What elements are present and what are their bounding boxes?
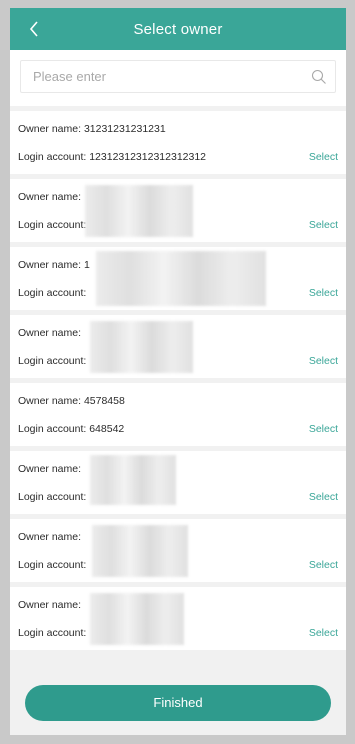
select-button[interactable]: Select [309, 627, 338, 639]
owner-list-item: Owner name: Login account: Select [10, 519, 346, 582]
owner-name-row: Owner name: [18, 327, 84, 339]
owner-list-item: Owner name: 1 Login account: Select [10, 247, 346, 310]
login-account-label: Login account: [18, 627, 87, 639]
login-account-label: Login account: [18, 355, 87, 367]
owner-list: Owner name: 31231231231231 Login account… [10, 111, 346, 650]
owner-name-row: Owner name: [18, 463, 84, 475]
footer-bar: Finished [10, 672, 346, 735]
app-header: Select owner [10, 8, 346, 50]
page-title: Select owner [133, 20, 223, 38]
owner-name-row: Owner name: [18, 599, 84, 611]
select-button[interactable]: Select [309, 423, 338, 435]
owner-name-label: Owner name: [18, 599, 84, 611]
owner-name-label: Owner name: 31231231231231 [18, 123, 166, 135]
search-box [20, 60, 336, 93]
redacted-area [92, 525, 188, 577]
owner-list-item: Owner name: 31231231231231 Login account… [10, 111, 346, 174]
login-account-row: Login account: [18, 287, 86, 299]
login-account-row: Login account: [18, 491, 86, 503]
select-button[interactable]: Select [309, 355, 338, 367]
login-account-row: Login account: [18, 559, 86, 571]
owner-list-item: Owner name: Login account: Select [10, 315, 346, 378]
owner-name-row: Owner name: [18, 191, 84, 203]
redacted-area [85, 185, 193, 237]
owner-list-item: Owner name: 4578458 Login account: 64854… [10, 383, 346, 446]
owner-name-label: Owner name: 4578458 [18, 395, 125, 407]
login-account-row: Login account: [18, 627, 86, 639]
login-account-label: Login account: [18, 491, 87, 503]
owner-name-row: Owner name: [18, 531, 84, 543]
redacted-area [90, 321, 193, 373]
owner-list-item: Owner name: Login account: Select [10, 587, 346, 650]
login-account-label: Login account: 12312312312312312312 [18, 151, 207, 163]
login-account-label: Login account: 648542 [18, 423, 125, 435]
select-button[interactable]: Select [309, 219, 338, 231]
redacted-area [90, 455, 176, 505]
login-account-row: Login account: [18, 219, 86, 231]
owner-name-row: Owner name: 4578458 [18, 395, 125, 407]
owner-name-label: Owner name: [18, 531, 84, 543]
login-account-label: Login account: [18, 559, 87, 571]
search-input[interactable] [33, 69, 293, 84]
owner-name-label: Owner name: [18, 327, 84, 339]
redacted-area [90, 593, 184, 645]
owner-list-item: Owner name: Login account: Select [10, 451, 346, 514]
login-account-row: Login account: 12312312312312312312 [18, 151, 206, 163]
back-button[interactable] [20, 8, 48, 50]
login-account-label: Login account: [18, 287, 87, 299]
owner-name-row: Owner name: 31231231231231 [18, 123, 166, 135]
select-button[interactable]: Select [309, 491, 338, 503]
owner-name-label: Owner name: 1 [18, 259, 90, 271]
owner-name-row: Owner name: 1 [18, 259, 90, 271]
search-icon[interactable] [311, 69, 327, 85]
owner-name-label: Owner name: [18, 191, 84, 203]
select-button[interactable]: Select [309, 559, 338, 571]
search-bar [10, 50, 346, 106]
finished-button[interactable]: Finished [25, 684, 331, 721]
phone-screen: Select owner Owner name: 31231231231231 … [10, 8, 346, 735]
owner-list-item: Owner name: Login account: Select [10, 179, 346, 242]
login-account-row: Login account: 648542 [18, 423, 124, 435]
chevron-left-icon [29, 21, 38, 37]
login-account-label: Login account: [18, 219, 87, 231]
select-button[interactable]: Select [309, 151, 338, 163]
login-account-row: Login account: [18, 355, 86, 367]
select-button[interactable]: Select [309, 287, 338, 299]
redacted-area [96, 251, 266, 306]
owner-name-label: Owner name: [18, 463, 84, 475]
